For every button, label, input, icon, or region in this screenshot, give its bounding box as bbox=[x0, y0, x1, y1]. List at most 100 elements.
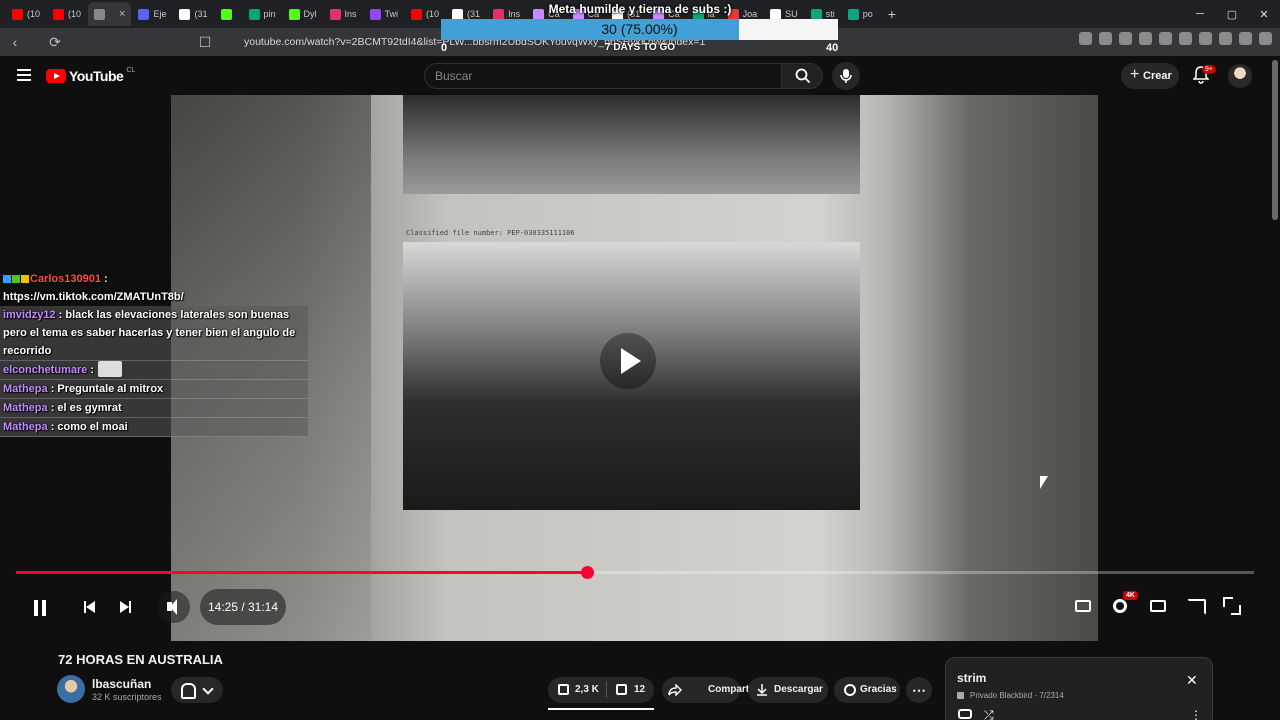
tab-favicon-icon bbox=[369, 8, 381, 20]
tab-label: Ins bbox=[508, 9, 521, 19]
chat-username: Mathepa bbox=[3, 383, 51, 395]
channel-avatar[interactable] bbox=[57, 675, 85, 703]
browser-tab[interactable] bbox=[215, 2, 242, 26]
lock-icon bbox=[957, 692, 964, 699]
thanks-label: Gracias bbox=[860, 684, 897, 695]
sub-goal-min: 0 bbox=[441, 42, 448, 54]
fullscreen-button[interactable] bbox=[1217, 591, 1247, 621]
maximize-button[interactable]: ▢ bbox=[1216, 8, 1248, 21]
sub-goal-days-left: 7 DAYS TO GO bbox=[604, 42, 676, 53]
tab-favicon-icon bbox=[329, 8, 341, 20]
media-icon[interactable] bbox=[1179, 32, 1192, 45]
browser-tab[interactable]: po bbox=[842, 2, 879, 26]
close-tab-icon[interactable]: × bbox=[119, 8, 125, 20]
shuffle-icon[interactable]: ⤮ bbox=[984, 708, 994, 720]
notification-count-badge: 9+ bbox=[1202, 65, 1216, 74]
thanks-button[interactable]: Gracias bbox=[834, 677, 900, 703]
loop-icon[interactable] bbox=[958, 709, 972, 719]
play-overlay-icon[interactable] bbox=[600, 333, 656, 389]
extension-icon[interactable] bbox=[1119, 32, 1132, 45]
profile-icon[interactable] bbox=[1239, 32, 1252, 45]
video-scrubber-handle[interactable] bbox=[580, 566, 594, 579]
microphone-icon bbox=[840, 69, 852, 83]
volume-icon[interactable] bbox=[158, 591, 190, 623]
back-icon[interactable]: ‹ bbox=[4, 34, 26, 50]
like-icon[interactable] bbox=[558, 684, 569, 695]
reload-icon[interactable]: ⟳ bbox=[44, 34, 66, 51]
browser-tab[interactable]: (10 bbox=[405, 2, 445, 26]
browser-tab[interactable]: pin bbox=[243, 2, 282, 26]
previous-button[interactable] bbox=[82, 591, 98, 623]
tab-label: sti bbox=[825, 9, 835, 19]
bookmark-icon[interactable]: ☐ bbox=[194, 34, 216, 51]
menu-dots-icon[interactable] bbox=[1259, 32, 1272, 45]
create-button[interactable]: Crear bbox=[1121, 62, 1179, 89]
chat-text: : el es gymrat bbox=[50, 402, 122, 414]
browser-tab[interactable]: Eje bbox=[132, 2, 172, 26]
sub-goal-title: Meta humilde y tierna de subs :) bbox=[548, 2, 732, 16]
page-scrollbar[interactable] bbox=[1272, 60, 1278, 220]
miniplayer-icon bbox=[1150, 600, 1166, 612]
subscribed-bell-button[interactable] bbox=[171, 677, 223, 703]
wallet-icon[interactable] bbox=[1219, 32, 1232, 45]
tab-label: Dyl bbox=[303, 9, 317, 19]
search-button[interactable] bbox=[781, 63, 823, 89]
sidebar-icon[interactable] bbox=[1199, 32, 1212, 45]
miniplayer-button[interactable] bbox=[1143, 591, 1173, 621]
video-progress-bar[interactable] bbox=[16, 566, 1254, 579]
more-actions-button[interactable]: ⋯ bbox=[906, 677, 932, 703]
tab-favicon-icon bbox=[411, 8, 423, 20]
next-button[interactable] bbox=[118, 591, 134, 623]
new-tab-icon[interactable]: + bbox=[888, 6, 896, 22]
extension-icon[interactable] bbox=[1139, 32, 1152, 45]
chat-username: Mathepa bbox=[3, 421, 51, 433]
video-player[interactable]: Classified file number: PEP-030335111106 bbox=[171, 95, 1098, 641]
tab-label: Joa bbox=[742, 9, 758, 19]
chat-emote-image bbox=[98, 361, 123, 377]
pause-button[interactable] bbox=[28, 591, 52, 623]
subtitles-icon bbox=[1075, 600, 1091, 612]
playlist-title[interactable]: strim bbox=[957, 671, 986, 685]
browser-tab[interactable]: Ins bbox=[324, 2, 363, 26]
channel-name[interactable]: lbascuñan bbox=[92, 677, 151, 691]
subscriber-count: 32 K suscriptores bbox=[92, 692, 162, 702]
user-avatar[interactable] bbox=[1228, 64, 1252, 88]
like-count[interactable]: 2,3 K bbox=[575, 677, 599, 703]
browser-tab[interactable]: (10 bbox=[47, 2, 87, 26]
playlist-more-icon[interactable]: ⋮ bbox=[1190, 708, 1202, 720]
browser-tab[interactable]: × bbox=[88, 2, 132, 26]
tab-favicon-icon bbox=[493, 8, 505, 20]
tab-label: Twi bbox=[384, 9, 399, 19]
tab-favicon-icon bbox=[770, 8, 782, 20]
dislike-count[interactable]: 12 bbox=[634, 677, 645, 703]
cast-button[interactable] bbox=[1180, 591, 1210, 621]
close-window-button[interactable]: ✕ bbox=[1248, 8, 1280, 21]
mouse-cursor-icon bbox=[1040, 476, 1048, 489]
search-input[interactable]: Buscar bbox=[424, 63, 782, 89]
extension-icon[interactable] bbox=[1099, 32, 1112, 45]
extension-icon[interactable] bbox=[1079, 32, 1092, 45]
browser-tab[interactable]: (31 bbox=[173, 2, 213, 26]
youtube-logo[interactable]: YouTube CL bbox=[46, 67, 135, 84]
chat-message: Carlos130901 : bbox=[0, 270, 310, 288]
like-underline bbox=[548, 708, 654, 710]
extension-icon[interactable] bbox=[1159, 32, 1172, 45]
thanks-icon bbox=[844, 684, 856, 696]
subtitles-button[interactable] bbox=[1068, 591, 1098, 621]
tab-label: Eje bbox=[153, 9, 167, 19]
browser-tab[interactable]: (10 bbox=[6, 2, 46, 26]
dislike-icon[interactable] bbox=[616, 684, 627, 695]
voice-search-button[interactable] bbox=[832, 62, 860, 90]
minimize-button[interactable]: ─ bbox=[1184, 8, 1216, 20]
chat-message: elconchetumare : bbox=[0, 361, 308, 380]
tab-favicon-icon bbox=[138, 8, 150, 20]
hamburger-menu-icon[interactable] bbox=[17, 69, 31, 81]
browser-tab[interactable]: Twi bbox=[364, 2, 405, 26]
close-icon[interactable]: ✕ bbox=[1186, 672, 1198, 689]
chat-username: elconchetumare bbox=[3, 364, 91, 376]
tab-favicon-icon bbox=[12, 8, 23, 20]
browser-tab[interactable]: Dyl bbox=[283, 2, 323, 26]
share-button[interactable]: Compartir bbox=[662, 677, 756, 703]
download-button[interactable]: Descargar bbox=[748, 677, 828, 703]
chat-badges-icon bbox=[3, 270, 30, 288]
